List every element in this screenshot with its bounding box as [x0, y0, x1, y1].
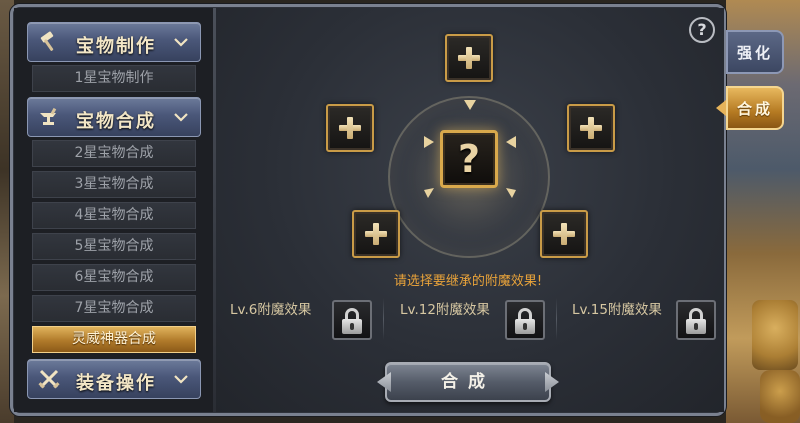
tab-synthesis[interactable]: 合成: [726, 86, 784, 130]
sidebar-item-6star-synthesis[interactable]: 6星宝物合成: [32, 264, 196, 291]
sidebar-item-2star-synthesis[interactable]: 2星宝物合成: [32, 140, 196, 167]
sidebar-group-label: 宝物制作: [76, 36, 156, 57]
sidebar-group-label: 装备操作: [76, 373, 156, 394]
sidebar-item-1star-crafting[interactable]: 1星宝物制作: [32, 65, 196, 92]
material-slot-lower-left[interactable]: [352, 210, 400, 258]
enchant-separator: [556, 298, 557, 340]
lock-icon[interactable]: [332, 300, 372, 340]
arrow-top: [464, 100, 476, 110]
chevron-down-icon: [174, 113, 188, 122]
arrow-lower-right: [506, 188, 516, 198]
lock-icon[interactable]: [505, 300, 545, 340]
synthesize-button[interactable]: 合成: [385, 362, 551, 402]
arrow-lower-left: [424, 188, 434, 198]
arrow-upper-left: [424, 136, 434, 148]
sidebar-group-label: 宝物合成: [76, 111, 156, 132]
sidebar-item-7star-synthesis[interactable]: 7星宝物合成: [32, 295, 196, 322]
result-slot[interactable]: ?: [440, 130, 498, 188]
hammer-icon: [40, 31, 54, 51]
enchant-label-lv15: Lv.15附魔效果: [572, 302, 662, 318]
material-slot-upper-left[interactable]: [326, 104, 374, 152]
question-mark-icon: ?: [457, 137, 481, 181]
anvil-icon: [40, 107, 57, 125]
sidebar-group-treasure-synthesis[interactable]: 宝物合成: [27, 97, 201, 137]
sidebar-item-divine-artifact-synthesis[interactable]: 灵威神器合成: [32, 326, 196, 353]
enchant-label-lv12: Lv.12附魔效果: [400, 302, 490, 318]
enchant-hint-text: 请选择要继承的附魔效果!: [393, 274, 543, 289]
arrow-upper-right: [506, 136, 516, 148]
enchant-separator: [383, 298, 384, 340]
sidebar-item-5star-synthesis[interactable]: 5星宝物合成: [32, 233, 196, 260]
tab-enhance[interactable]: 强化: [726, 30, 784, 74]
material-slot-lower-right[interactable]: [540, 210, 588, 258]
sidebar-item-4star-synthesis[interactable]: 4星宝物合成: [32, 202, 196, 229]
chevron-down-icon: [174, 375, 188, 384]
lock-icon[interactable]: [676, 300, 716, 340]
money-bag-background: [760, 370, 800, 423]
tab-pointer-arrow: [716, 100, 726, 116]
crossed-swords-icon: [38, 369, 60, 389]
bag-button-background: [752, 300, 798, 370]
enchant-label-lv6: Lv.6附魔效果: [230, 302, 312, 318]
sidebar-item-3star-synthesis[interactable]: 3星宝物合成: [32, 171, 196, 198]
material-slot-upper-right[interactable]: [567, 104, 615, 152]
material-slot-top[interactable]: [445, 34, 493, 82]
chevron-down-icon: [174, 38, 188, 47]
help-icon[interactable]: ?: [689, 17, 715, 43]
sidebar-group-treasure-crafting[interactable]: 宝物制作: [27, 22, 201, 62]
sidebar-group-equipment-operations[interactable]: 装备操作: [27, 359, 201, 399]
